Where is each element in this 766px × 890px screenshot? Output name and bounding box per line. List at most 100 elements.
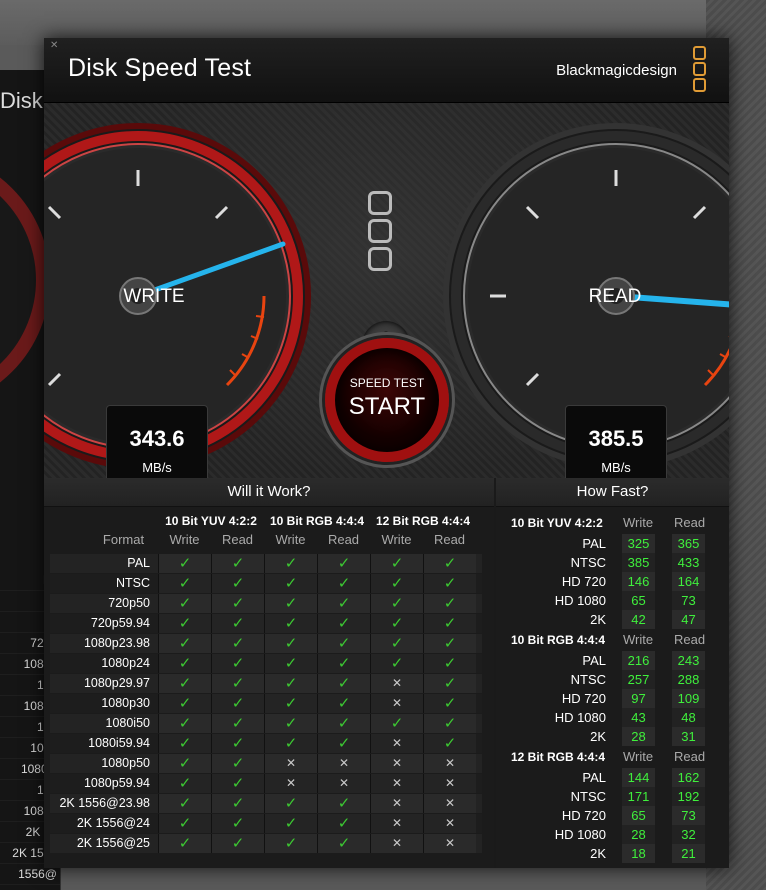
format-name: 720p59.94 — [90, 616, 150, 630]
speed-row-label: HD 720 — [561, 574, 606, 589]
speed-row: HD 1080 28 32 — [496, 825, 729, 844]
check-icon: ✓ — [423, 654, 476, 673]
write-subheader: Write — [275, 532, 306, 547]
check-icon: ✓ — [317, 734, 370, 753]
write-speed-value: 257 — [622, 670, 655, 689]
cross-icon: ✕ — [370, 834, 423, 853]
check-icon: ✓ — [158, 754, 211, 773]
table-row: 2K 1556@25 ✓ ✓ ✓ ✓ ✕ ✕ — [50, 834, 482, 853]
speed-row: PAL 144 162 — [496, 768, 729, 787]
speed-row: 2K 18 21 — [496, 844, 729, 863]
check-icon: ✓ — [158, 554, 211, 573]
check-icon: ✓ — [317, 574, 370, 593]
check-icon: ✓ — [317, 834, 370, 853]
check-icon: ✓ — [264, 634, 317, 653]
check-icon: ✓ — [211, 654, 264, 673]
brand-name: Blackmagicdesign — [556, 62, 677, 79]
speed-row: HD 720 97 109 — [496, 689, 729, 708]
speed-row-label: NTSC — [570, 789, 606, 804]
read-subheader: Read — [327, 532, 360, 547]
check-icon: ✓ — [370, 554, 423, 573]
table-row: 1080i59.94 ✓ ✓ ✓ ✓ ✕ ✓ — [50, 734, 482, 753]
check-icon: ✓ — [264, 694, 317, 713]
cross-icon: ✕ — [264, 774, 317, 793]
check-icon: ✓ — [158, 834, 211, 853]
speed-row-label: HD 1080 — [554, 710, 606, 725]
check-icon: ✓ — [317, 674, 370, 693]
check-icon: ✓ — [423, 594, 476, 613]
speed-row-label: 2K — [590, 846, 606, 861]
check-icon: ✓ — [158, 574, 211, 593]
format-name: NTSC — [115, 576, 150, 590]
check-icon: ✓ — [158, 594, 211, 613]
write-speed-value: 28 — [622, 727, 655, 746]
check-icon: ✓ — [317, 794, 370, 813]
speed-row: HD 720 146 164 — [496, 572, 729, 591]
cross-icon: ✕ — [423, 754, 476, 773]
speed-row-label: NTSC — [570, 555, 606, 570]
read-subheader: Read — [221, 532, 254, 547]
write-speed-value: 216 — [622, 651, 655, 670]
check-icon: ✓ — [211, 574, 264, 593]
start-speed-test-button[interactable]: SPEED TEST START — [325, 338, 449, 462]
cross-icon: ✕ — [423, 814, 476, 833]
check-icon: ✓ — [211, 614, 264, 633]
check-icon: ✓ — [211, 634, 264, 653]
speed-row-label: HD 720 — [561, 808, 606, 823]
check-icon: ✓ — [317, 694, 370, 713]
check-icon: ✓ — [423, 714, 476, 733]
check-icon: ✓ — [158, 614, 211, 633]
check-icon: ✓ — [264, 734, 317, 753]
check-icon: ✓ — [211, 814, 264, 833]
read-speed-value: 164 — [672, 572, 705, 591]
speed-row-label: 2K — [590, 612, 606, 627]
check-icon: ✓ — [317, 814, 370, 833]
speed-row-label: PAL — [582, 653, 606, 668]
format-name: 2K 1556@23.98 — [59, 796, 150, 810]
close-icon[interactable]: ✕ — [50, 41, 60, 51]
read-column-header: Read — [674, 632, 706, 647]
table-row: 2K 1556@23.98 ✓ ✓ ✓ ✓ ✕ ✕ — [50, 794, 482, 813]
read-speed-value: 192 — [672, 787, 705, 806]
format-name: PAL — [127, 556, 150, 570]
check-icon: ✓ — [264, 614, 317, 633]
check-icon: ✓ — [158, 814, 211, 833]
speed-row-label: PAL — [582, 536, 606, 551]
speed-group-header: 12 Bit RGB 4:4:4 — [511, 750, 606, 764]
write-unit: MB/s — [142, 460, 172, 475]
check-icon: ✓ — [211, 554, 264, 573]
check-icon: ✓ — [370, 614, 423, 633]
read-readout: 385.5 MB/s — [565, 405, 667, 485]
check-icon: ✓ — [158, 774, 211, 793]
how-fast-title: How Fast? — [496, 478, 729, 507]
background-window-title: Disk — [0, 88, 43, 113]
blackmagic-logo-icon — [693, 46, 707, 94]
speed-row-label: PAL — [582, 770, 606, 785]
check-icon: ✓ — [211, 754, 264, 773]
check-icon: ✓ — [158, 694, 211, 713]
read-column-header: Read — [674, 749, 706, 764]
speed-row: HD 720 65 73 — [496, 806, 729, 825]
read-speed-value: 243 — [672, 651, 705, 670]
cross-icon: ✕ — [370, 814, 423, 833]
will-it-work-title: Will it Work? — [44, 478, 494, 507]
cross-icon: ✕ — [370, 674, 423, 693]
how-fast-panel: How Fast? 10 Bit YUV 4:2:2 Write Read PAL 32… — [496, 478, 729, 868]
cross-icon: ✕ — [370, 794, 423, 813]
speed-row: PAL 325 365 — [496, 534, 729, 553]
read-speed-value: 162 — [672, 768, 705, 787]
check-icon: ✓ — [264, 794, 317, 813]
format-name: 1080p30 — [101, 696, 150, 710]
check-icon: ✓ — [370, 654, 423, 673]
format-header: Format — [102, 532, 145, 547]
check-icon: ✓ — [264, 674, 317, 693]
format-name: 1080p23.98 — [83, 636, 150, 650]
read-speed-value: 288 — [672, 670, 705, 689]
check-icon: ✓ — [423, 694, 476, 713]
write-readout: 343.6 MB/s — [106, 405, 208, 485]
speed-row: NTSC 257 288 — [496, 670, 729, 689]
cross-icon: ✕ — [370, 774, 423, 793]
table-row: 720p59.94 ✓ ✓ ✓ ✓ ✓ ✓ — [50, 614, 482, 633]
blackmagic-center-logo-icon — [368, 191, 398, 275]
background-row: 2K 1556 — [0, 885, 60, 890]
